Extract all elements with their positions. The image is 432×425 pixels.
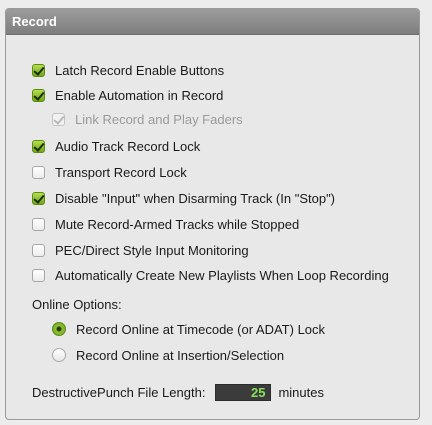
checkbox[interactable]	[32, 243, 45, 257]
destructive-punch-label: DestructivePunch File Length:	[32, 384, 206, 400]
option-mute-record-armed[interactable]: Mute Record-Armed Tracks while Stopped	[32, 215, 299, 233]
checkbox	[52, 112, 65, 126]
online-options-heading: Online Options:	[32, 295, 122, 313]
radio-label: Record Online at Timecode (or ADAT) Lock	[76, 321, 326, 337]
option-label: Latch Record Enable Buttons	[55, 62, 225, 78]
radio-record-online-timecode[interactable]: Record Online at Timecode (or ADAT) Lock	[52, 320, 325, 338]
checkbox[interactable]	[32, 217, 45, 231]
destructive-punch-row: DestructivePunch File Length: 25 minutes	[32, 383, 324, 401]
option-label: Disable "Input" when Disarming Track (In…	[55, 190, 336, 206]
option-pec-direct-monitoring[interactable]: PEC/Direct Style Input Monitoring	[32, 241, 249, 259]
option-label: Audio Track Record Lock	[55, 138, 201, 154]
checkbox[interactable]	[32, 63, 45, 77]
radio-label: Record Online at Insertion/Selection	[76, 347, 285, 363]
option-link-record-play-faders: Link Record and Play Faders	[52, 110, 243, 128]
option-latch-record-enable[interactable]: Latch Record Enable Buttons	[32, 61, 224, 79]
radio-record-online-insertion[interactable]: Record Online at Insertion/Selection	[52, 346, 284, 364]
option-audio-track-record-lock[interactable]: Audio Track Record Lock	[32, 137, 200, 155]
radio-button[interactable]	[52, 348, 66, 362]
checkbox[interactable]	[32, 165, 45, 179]
panel-header: Record	[6, 9, 419, 35]
checkbox[interactable]	[32, 88, 45, 102]
punch-unit-label: minutes	[278, 384, 324, 400]
radio-button[interactable]	[52, 322, 66, 336]
checkbox[interactable]	[32, 139, 45, 153]
option-enable-automation[interactable]: Enable Automation in Record	[32, 86, 223, 104]
option-transport-record-lock[interactable]: Transport Record Lock	[32, 163, 187, 181]
option-label: Transport Record Lock	[55, 164, 187, 180]
checkbox[interactable]	[32, 268, 45, 282]
checkbox[interactable]	[32, 191, 45, 205]
option-label: Automatically Create New Playlists When …	[55, 267, 389, 283]
record-preferences-panel: Record Latch Record Enable Buttons Enabl…	[5, 8, 420, 420]
online-options-label: Online Options:	[32, 296, 122, 312]
option-label: PEC/Direct Style Input Monitoring	[55, 242, 249, 258]
option-label: Link Record and Play Faders	[75, 111, 243, 127]
option-label: Enable Automation in Record	[55, 87, 224, 103]
option-disable-input-when-disarming[interactable]: Disable "Input" when Disarming Track (In…	[32, 189, 335, 207]
option-label: Mute Record-Armed Tracks while Stopped	[55, 216, 300, 232]
punch-length-field[interactable]: 25	[215, 383, 272, 401]
option-auto-create-playlists[interactable]: Automatically Create New Playlists When …	[32, 266, 389, 284]
